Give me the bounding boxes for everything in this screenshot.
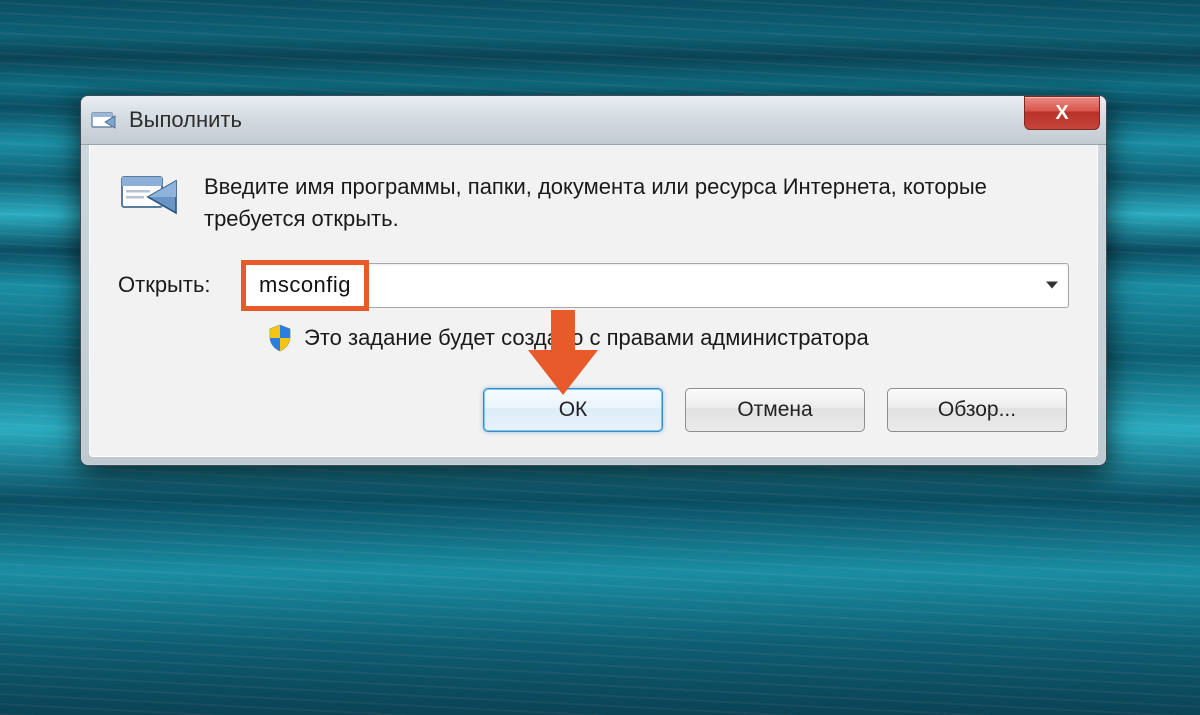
browse-button-label: Обзор...	[938, 398, 1016, 422]
cancel-button-label: Отмена	[737, 398, 812, 422]
dropdown-arrow-icon[interactable]	[1046, 282, 1058, 289]
ok-button[interactable]: ОК	[483, 388, 663, 432]
close-button[interactable]: X	[1024, 96, 1100, 130]
dialog-description: Введите имя программы, папки, документа …	[204, 169, 1069, 235]
ok-button-label: ОК	[559, 398, 588, 422]
close-icon: X	[1055, 102, 1068, 125]
cancel-button[interactable]: Отмена	[685, 388, 865, 432]
dialog-client-area: Введите имя программы, папки, документа …	[89, 145, 1098, 457]
desktop-wallpaper: Выполнить X Введите имя программы	[0, 0, 1200, 715]
run-titlebar-icon	[91, 110, 117, 130]
admin-note: Это задание будет создано с правами адми…	[304, 325, 869, 351]
open-label: Открыть:	[118, 272, 230, 298]
run-program-icon	[118, 169, 180, 221]
command-input-value: msconfig	[259, 272, 351, 298]
run-dialog: Выполнить X Введите имя программы	[80, 95, 1107, 466]
annotation-arrow-icon	[528, 310, 598, 395]
command-combobox[interactable]: msconfig	[244, 263, 1069, 308]
uac-shield-icon	[268, 324, 292, 352]
titlebar[interactable]: Выполнить X	[81, 96, 1106, 145]
dialog-title: Выполнить	[129, 107, 242, 133]
browse-button[interactable]: Обзор...	[887, 388, 1067, 432]
